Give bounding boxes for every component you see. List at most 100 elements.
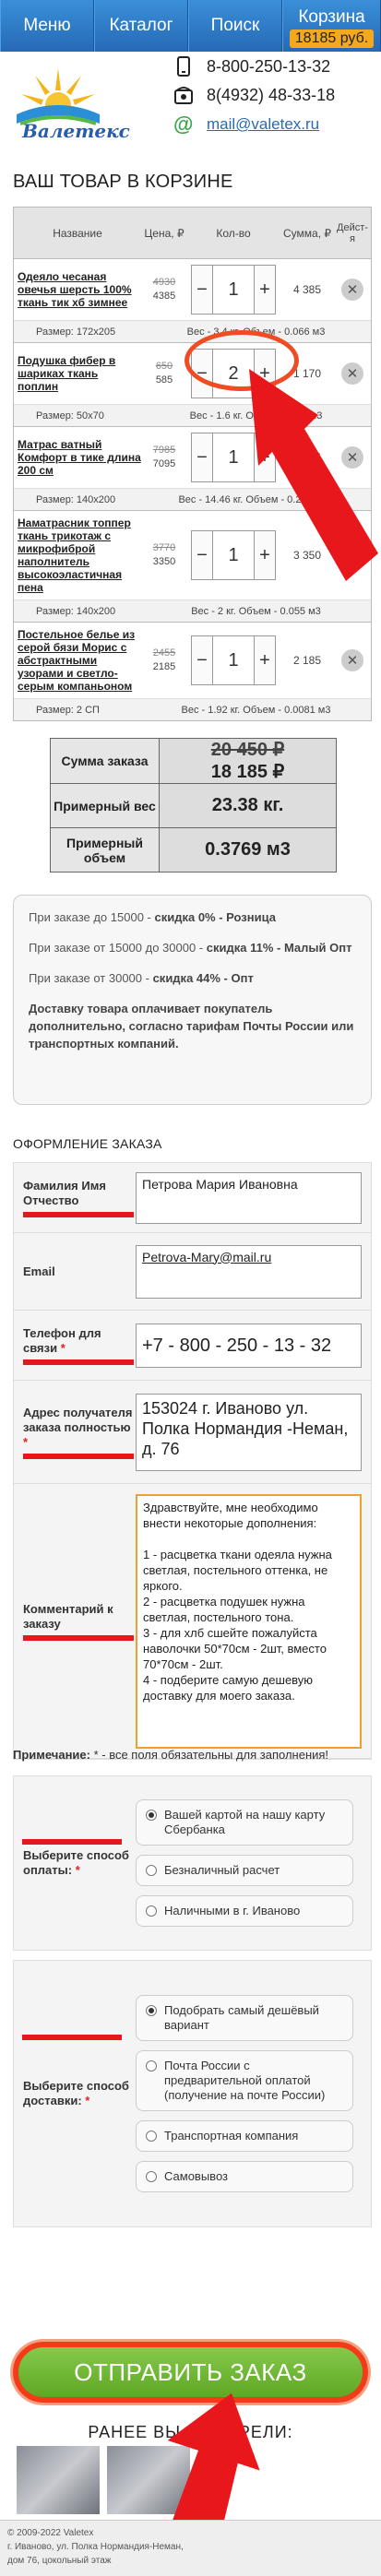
- comment-label-wrap: Комментарий к заказу: [14, 1602, 136, 1641]
- address-label: Адрес получателя заказа полностью: [23, 1405, 133, 1434]
- qty-decrease-button[interactable]: −: [191, 265, 213, 315]
- discount-tier: скидка 0% - Розница: [154, 910, 276, 924]
- annotation-underline: [22, 2035, 122, 2040]
- item-size: Размер: 140x200: [36, 493, 116, 505]
- col-name: Название: [53, 226, 102, 240]
- page: Меню Каталог Поиск Корзина 18185 руб. Ва…: [0, 0, 381, 2576]
- qty-increase-button[interactable]: +: [254, 265, 276, 315]
- col-actions: Дейст-я: [337, 221, 368, 244]
- logo[interactable]: Валетекс: [7, 59, 130, 147]
- item-size: Размер: 50x70: [36, 410, 104, 421]
- total-sum-label: Сумма заказа: [50, 738, 160, 784]
- qty-decrease-button[interactable]: −: [191, 635, 213, 685]
- name-field[interactable]: Петрова Мария Ивановна: [136, 1171, 362, 1224]
- product-name-link[interactable]: Подушка фибер в шариках ткань поплин: [14, 354, 141, 393]
- row-sum: 4 385: [292, 283, 322, 296]
- form-row-email: Email Petrova-Mary@mail.ru: [14, 1233, 371, 1311]
- nav-cart-label: Корзина: [298, 7, 365, 27]
- contact-email[interactable]: @ mail@valetex.ru: [173, 114, 319, 135]
- comment-label: Комментарий к заказу: [23, 1601, 113, 1631]
- delivery-option-transport[interactable]: Транспортная компания: [136, 2120, 353, 2152]
- product-name-link[interactable]: Наматрасник топпер ткань трикотаж с микр…: [14, 516, 141, 594]
- payment-option-cash[interactable]: Наличными в г. Иваново: [136, 1895, 353, 1927]
- product-name-link[interactable]: Матрас ватный Комфорт в тике длина 200 с…: [14, 438, 141, 477]
- delivery-option-cheapest[interactable]: Подобрать самый дешёвый вариант: [136, 1995, 353, 2041]
- phone-field[interactable]: +7 - 800 - 250 - 13 - 32: [136, 1323, 362, 1368]
- delivery-note: Доставку товара оплачивает покупатель до…: [29, 1002, 354, 1051]
- payment-section: Выберите способ оплаты: * Вашей картой н…: [13, 1775, 372, 1951]
- footer-copyright: © 2009-2022 Valetex: [7, 2528, 94, 2538]
- remove-item-icon[interactable]: ✕: [341, 649, 363, 671]
- discount-line: При заказе от 15000 до 30000 -: [29, 941, 207, 955]
- qty-decrease-button[interactable]: −: [191, 433, 213, 482]
- address-label-wrap: Адрес получателя заказа полностью *: [14, 1406, 136, 1459]
- radio-icon: [146, 1865, 157, 1876]
- phone-number-2: 8(4932) 48-33-18: [207, 85, 336, 104]
- email-field[interactable]: Petrova-Mary@mail.ru: [136, 1244, 362, 1299]
- radio-icon: [146, 2060, 157, 2071]
- email-link[interactable]: mail@valetex.ru: [207, 115, 319, 134]
- nav-search[interactable]: Поиск: [188, 0, 282, 52]
- delivery-option-label: Почта России с предварительной оплатой (…: [164, 2059, 326, 2102]
- old-price: 3770: [152, 542, 176, 553]
- qty-decrease-button[interactable]: −: [191, 530, 213, 580]
- qty-input[interactable]: 1: [213, 265, 254, 315]
- form-row-comment: Комментарий к заказу Здравствуйте, мне н…: [14, 1484, 371, 1759]
- payment-option-cashless[interactable]: Безналичный расчет: [136, 1855, 353, 1886]
- payment-row: Выберите способ оплаты: * Вашей картой н…: [14, 1776, 371, 1950]
- delivery-option-russian-post[interactable]: Почта России с предварительной оплатой (…: [136, 2050, 353, 2111]
- delivery-options: Подобрать самый дешёвый вариант Почта Ро…: [136, 1986, 353, 2202]
- qty-increase-button[interactable]: +: [254, 635, 276, 685]
- comment-field[interactable]: Здравствуйте, мне необходимо внести неко…: [136, 1493, 362, 1749]
- radio-icon: [146, 1810, 157, 1821]
- annotation-underline: [23, 1634, 134, 1641]
- cart-title: ВАШ ТОВАР В КОРЗИНЕ: [13, 172, 233, 192]
- delivery-option-pickup[interactable]: Самовывоз: [136, 2161, 353, 2192]
- price-cell: 2455 2185: [141, 647, 187, 674]
- price-cell: 3770 3350: [141, 541, 187, 569]
- address-field[interactable]: 153024 г. Иваново ул. Полка Нормандия -Н…: [136, 1393, 362, 1471]
- annotation-arrow-icon: [249, 369, 378, 581]
- delivery-label: Выберите способ доставки:: [23, 2079, 129, 2107]
- price: 7095: [152, 458, 176, 469]
- annotation-underline: [23, 1211, 134, 1217]
- footer: © 2009-2022 Valetex г. Иваново, ул. Полк…: [0, 2520, 381, 2576]
- contact-phone2[interactable]: 8(4932) 48-33-18: [173, 85, 335, 105]
- radio-icon: [146, 2131, 157, 2142]
- top-nav: Меню Каталог Поиск Корзина 18185 руб.: [0, 0, 381, 52]
- header: Валетекс 8-800-250-13-32 8(4932) 48-33-1…: [0, 52, 381, 153]
- total-old-sum: 20 450 ₽: [210, 740, 285, 760]
- nav-cart[interactable]: Корзина 18185 руб.: [282, 0, 381, 52]
- total-volume: 0.3769 м3: [159, 827, 337, 873]
- delivery-option-label: Самовывоз: [164, 2169, 228, 2183]
- product-name-link[interactable]: Постельное белье из серой бязи Морис с а…: [14, 628, 141, 693]
- cart-total-badge: 18185 руб.: [289, 30, 375, 48]
- remove-item-icon[interactable]: ✕: [341, 279, 363, 301]
- logo-text: Валетекс: [22, 120, 130, 142]
- delivery-option-label: Подобрать самый дешёвый вариант: [164, 2003, 319, 2032]
- required-note: Примечание: * - все поля обязательны для…: [13, 1748, 328, 1762]
- product-name-link[interactable]: Одеяло чесаная овечья шерсть 100% ткань …: [14, 270, 141, 309]
- cart-row: Постельное белье из серой бязи Морис с а…: [14, 623, 371, 720]
- form-row-phone: Телефон для связи * +7 - 800 - 250 - 13 …: [14, 1311, 371, 1381]
- email-at-icon: @: [173, 113, 194, 136]
- old-price: 2455: [152, 647, 176, 659]
- payment-label-wrap: Выберите способ оплаты: *: [23, 1848, 129, 1877]
- delivery-row: Выберите способ доставки: * Подобрать са…: [14, 1961, 371, 2226]
- item-weight-volume: Вес - 1.92 кг. Объем - 0.0081 м3: [181, 704, 331, 716]
- mobile-phone-icon: [177, 56, 190, 77]
- contact-phone1[interactable]: 8-800-250-13-32: [173, 56, 330, 77]
- price-cell: 7985 7095: [141, 444, 187, 471]
- row-sum: 2 185: [292, 654, 322, 667]
- price: 585: [155, 374, 173, 386]
- note-text: * - все поля обязательны для заполнения!: [89, 1748, 329, 1762]
- nav-catalog[interactable]: Каталог: [94, 0, 188, 52]
- nav-menu[interactable]: Меню: [0, 0, 94, 52]
- recently-viewed-item[interactable]: [17, 2446, 100, 2514]
- radio-icon: [146, 2005, 157, 2016]
- qty-input[interactable]: 1: [213, 635, 254, 685]
- payment-option-sberbank[interactable]: Вашей картой на нашу карту Сбербанка: [136, 1799, 353, 1846]
- order-form: Фамилия Имя Отчество Петрова Мария Ивано…: [13, 1162, 372, 1760]
- discount-tier: скидка 11% - Малый Опт: [206, 941, 352, 955]
- discount-line: При заказе до 15000 -: [29, 910, 155, 924]
